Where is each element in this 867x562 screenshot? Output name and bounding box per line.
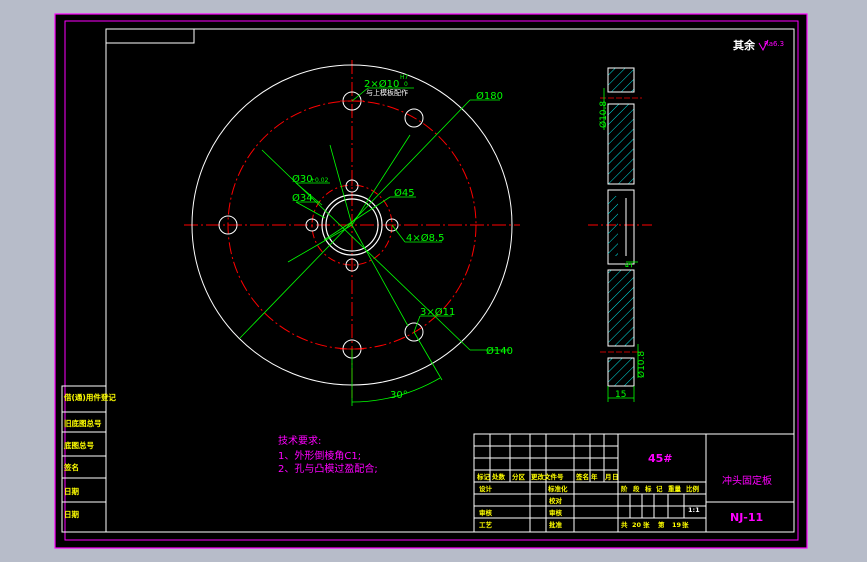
tb-header-0: 标记 (476, 472, 491, 481)
tb-sheet-no: 19 (672, 521, 682, 529)
dim-45: Ø45 (394, 187, 415, 199)
tb-material: 45# (648, 452, 673, 465)
dim-angle: 30° (390, 390, 408, 401)
strip-label-1: 借(通)用件登记 (63, 392, 116, 402)
dim-tol-0: 0 (404, 81, 408, 88)
section-top (607, 67, 635, 93)
tb-stage-2: 标 (644, 484, 652, 493)
tb-total-unit: 张 (643, 520, 650, 529)
dim-side-bottom: Ø10.8 (636, 351, 647, 378)
tb-stage-0: 阶 (621, 484, 628, 493)
tech-title: 技术要求: (278, 434, 321, 447)
dim-tol-h7: H7 (400, 74, 409, 81)
section-bottom (607, 357, 635, 387)
strip-label-2: 旧底图总号 (64, 418, 102, 428)
tb-header-6: 月 (604, 473, 612, 481)
tb-header-7: 日 (612, 473, 619, 481)
bore-hatch-left (608, 196, 618, 256)
tb-role-1: 审核 (479, 508, 493, 517)
dim-140: Ø140 (486, 345, 513, 357)
tb-header-5: 年 (591, 472, 598, 481)
tb-stage-5: 比例 (686, 484, 700, 493)
dim-side-step: 5 (625, 262, 635, 268)
roughness-value: Ra6.3 (764, 40, 784, 48)
roughness-label: 其余 (733, 38, 756, 52)
tb-mid-2: 批准 (549, 520, 563, 529)
section-upper-mid (607, 103, 635, 185)
dim-side-top: Ø10.8 (598, 101, 609, 128)
tb-stage-4: 重量 (668, 484, 682, 493)
tb-header-2: 分区 (512, 472, 526, 481)
tb-drawing-no: NJ-11 (730, 511, 763, 524)
strip-label-4: 签名 (63, 462, 79, 472)
tb-header-3: 更改文件号 (531, 472, 564, 481)
strip-label-3: 底图总号 (64, 440, 94, 450)
tb-header-4: 签名 (575, 472, 589, 481)
tb-role-2: 工艺 (479, 520, 493, 529)
drawing-sheet (54, 13, 808, 549)
dim-3x11: 3×Ø11 (420, 306, 455, 318)
tb-mid-0: 校对 (549, 496, 563, 505)
tb-sub-0: 标准化 (547, 484, 568, 493)
tb-sheet-label: 第 (658, 520, 665, 529)
tb-sheet-unit: 张 (682, 520, 689, 529)
strip-label-5: 日期 (64, 486, 79, 496)
strip-label-6: 日期 (64, 509, 79, 519)
tech-item-1: 1、外形倒棱角C1; (278, 449, 361, 462)
dim-4x8-5: 4×Ø8.5 (406, 232, 445, 244)
section-lower-mid (607, 269, 635, 347)
dim-180: Ø180 (476, 90, 503, 102)
tb-total-label: 共 (621, 520, 628, 529)
drawing-stage: 其余 Ra6.3 2×Ø10 H7 0 与上模板配作 Ø180 Ø30 +0.0… (54, 13, 808, 549)
tb-part-name: 冲头固定板 (722, 474, 772, 487)
dim-side-thickness: 15 (615, 390, 626, 400)
tb-stage-3: 记 (656, 484, 663, 493)
tb-mid-1: 审核 (549, 508, 563, 517)
tb-header-1: 处数 (491, 472, 506, 481)
tb-scale: 1:1 (688, 506, 700, 514)
dim-34: Ø34 (292, 192, 313, 204)
dim-30-tol: +0.02 (310, 177, 329, 184)
tech-item-2: 2、孔与凸模过盈配合; (278, 462, 378, 475)
tb-total: 20 (632, 521, 642, 529)
dim-with-die: 与上模板配作 (366, 88, 408, 97)
tb-stage-1: 段 (633, 484, 640, 493)
tb-role-0: 设计 (479, 484, 493, 493)
